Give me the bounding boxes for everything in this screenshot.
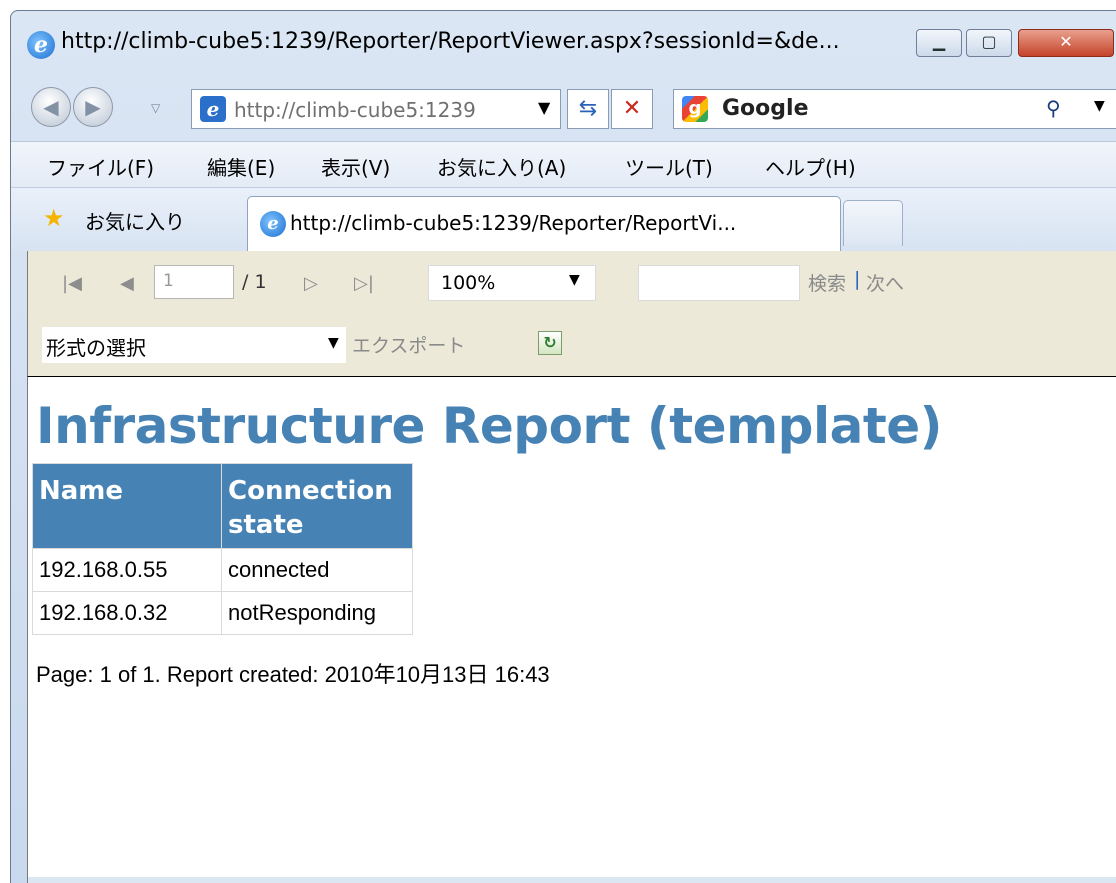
find-next-link[interactable]: 次へ [866,269,904,296]
last-page-icon[interactable]: ▷| [354,273,374,294]
minimize-button[interactable]: ▁ [916,29,962,57]
maximize-icon: ▢ [981,32,997,51]
refresh-report-icon[interactable]: ↻ [538,331,562,355]
first-page-icon[interactable]: |◀ [62,273,82,294]
export-format-select[interactable]: 形式の選択 ▼ [42,327,346,363]
find-text-input[interactable] [638,265,800,301]
close-button[interactable]: ✕ [1018,29,1114,57]
menu-edit[interactable]: 編集(E) [207,152,275,181]
tab-report-viewer[interactable]: e http://climb-cube5:1239/Reporter/Repor… [247,196,841,252]
find-link[interactable]: 検索 [808,269,846,296]
chevron-down-icon: ▼ [569,272,580,288]
ie-logo-icon: e [27,31,55,59]
column-header-connection-state: Connection state [221,463,413,549]
menu-tools[interactable]: ツール(T) [625,152,713,181]
browser-window: e http://climb-cube5:1239/Reporter/Repor… [10,10,1116,883]
refresh-arrows-icon: ⇆ [578,96,598,121]
recent-pages-dropdown[interactable]: ▽ [151,101,160,115]
forward-button[interactable]: ▶ [73,87,113,127]
table-row: 192.168.0.32 notResponding [32,591,413,635]
zoom-value: 100% [441,272,496,294]
cell-connection-state: connected [221,548,413,592]
menu-bar: ファイル(F) 編集(E) 表示(V) お気に入り(A) ツール(T) ヘルプ(… [11,141,1116,188]
title-bar: e http://climb-cube5:1239/Reporter/Repor… [11,11,1116,79]
maximize-button[interactable]: ▢ [966,29,1012,57]
report-content: Infrastructure Report (template) Name Co… [27,377,1116,883]
cell-connection-state: notResponding [221,591,413,635]
star-icon: ★ [43,204,65,232]
search-box[interactable]: g Google ⚲ ▼ [673,89,1116,129]
report-viewer-toolbar: |◀ ◀ 1 / 1 ▷ ▷| 100% ▼ 検索 | 次へ 形式の選択 ▼ エ… [27,251,1116,377]
arrow-left-icon: ◀ [43,95,59,119]
menu-file[interactable]: ファイル(F) [47,152,154,181]
table-row: 192.168.0.55 connected [32,548,413,592]
close-icon: ✕ [1059,32,1073,51]
tab-title: http://climb-cube5:1239/Reporter/ReportV… [290,211,737,235]
chevron-down-icon: ▼ [1094,98,1105,114]
arrow-right-icon: ▶ [85,95,101,119]
table-header-row: Name Connection state [32,463,413,549]
column-header-name: Name [32,463,222,549]
chevron-down-icon: ▼ [538,98,551,117]
new-tab-button[interactable] [843,200,903,246]
window-bottom-border [28,877,1116,883]
report-table: Name Connection state 192.168.0.55 conne… [32,463,413,635]
google-logo-icon: g [682,96,708,122]
chevron-down-icon: ▼ [328,335,339,351]
next-page-icon[interactable]: ▷ [304,273,318,294]
window-title: http://climb-cube5:1239/Reporter/ReportV… [61,29,840,54]
address-input[interactable]: http://climb-cube5:1239 [234,98,524,122]
refresh-button[interactable]: ⇆ [567,89,609,129]
stop-button[interactable]: ✕ [611,89,653,129]
search-icon[interactable]: ⚲ [1046,96,1061,120]
navigation-bar: ◀ ▶ ▽ e http://climb-cube5:1239 ▼ ⇆ ✕ g … [11,79,1116,141]
page-number-input[interactable]: 1 [154,265,234,299]
stop-x-icon: ✕ [622,96,642,121]
report-footer: Page: 1 of 1. Report created: 2010年10月13… [36,662,550,687]
find-separator: | [854,268,861,290]
minimize-icon: ▁ [932,32,946,51]
address-dropdown[interactable]: ▼ [538,98,550,117]
format-select-value: 形式の選択 [46,336,146,360]
report-title: Infrastructure Report (template) [36,397,943,455]
search-dropdown[interactable]: ▼ [1094,98,1105,114]
menu-help[interactable]: ヘルプ(H) [765,152,856,181]
export-link[interactable]: エクスポート [352,331,465,358]
cell-name: 192.168.0.32 [32,591,222,635]
page-ie-icon: e [200,96,226,122]
zoom-select[interactable]: 100% ▼ [428,265,596,301]
favorites-bar: ★ お気に入り e http://climb-cube5:1239/Report… [11,187,1116,252]
page-total-label: / 1 [242,271,267,293]
favorites-button[interactable]: お気に入り [85,206,185,235]
back-button[interactable]: ◀ [31,87,71,127]
chevron-down-icon: ▽ [151,101,161,115]
menu-view[interactable]: 表示(V) [321,152,390,181]
tab-ie-icon: e [260,211,286,237]
address-bar[interactable]: e http://climb-cube5:1239 ▼ [191,89,561,129]
search-provider-label[interactable]: Google [722,96,809,121]
previous-page-icon[interactable]: ◀ [120,273,134,294]
menu-favorites[interactable]: お気に入り(A) [437,152,566,181]
cell-name: 192.168.0.55 [32,548,222,592]
